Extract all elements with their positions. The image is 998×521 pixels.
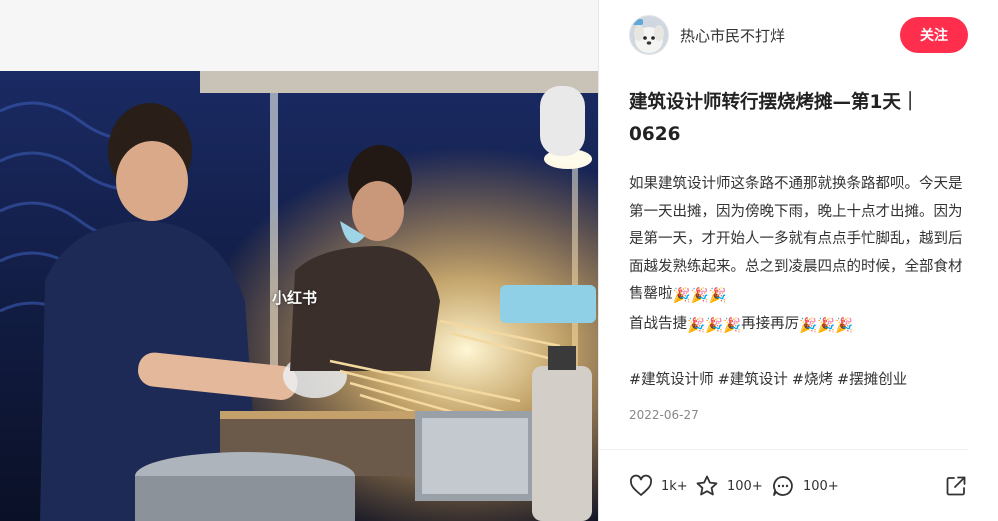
author-name[interactable]: 热心市民不打烊 [680, 25, 785, 46]
share-icon [946, 476, 966, 496]
note-detail-pane: 热心市民不打烊 关注 建筑设计师转行摆烧烤摊—第1天｜0626 如果建筑设计师这… [599, 0, 998, 521]
note-body: 如果建筑设计师这条路不通那就换条路都呗。今天是第一天出摊，因为傍晚下雨，晚上十点… [629, 171, 969, 340]
note-body-paragraph: 首战告捷🎉🎉🎉再接再厉🎉🎉🎉 [629, 311, 969, 341]
comment-count: 100+ [803, 478, 839, 494]
collect-count: 100+ [727, 478, 763, 494]
hashtag-link[interactable]: #建筑设计 [718, 372, 788, 388]
dog-avatar-icon [630, 16, 668, 54]
heart-icon [629, 474, 653, 496]
collect-button[interactable]: 100+ [695, 474, 763, 498]
action-bar: 1k+ 100+ 100+ [629, 470, 968, 504]
media-pane: 小红书 [0, 0, 598, 521]
like-button[interactable]: 1k+ [629, 474, 688, 498]
watermark-logo: 小红书 [272, 289, 318, 307]
hashtag-link[interactable]: #建筑设计师 [629, 372, 714, 388]
star-icon [696, 475, 718, 496]
hashtag-link[interactable]: #摆摊创业 [837, 372, 907, 388]
party-popper-emoji: 🎉🎉🎉 [672, 288, 727, 304]
share-button[interactable] [944, 474, 968, 502]
avatar[interactable] [629, 15, 669, 55]
like-count: 1k+ [661, 478, 688, 494]
comment-icon [773, 476, 793, 496]
action-divider [599, 449, 968, 450]
note-photo[interactable]: 小红书 [0, 71, 598, 521]
comment-button[interactable]: 100+ [771, 474, 839, 498]
post-date: 2022-06-27 [629, 408, 699, 422]
party-popper-emoji: 🎉🎉🎉 [687, 317, 742, 334]
note-title: 建筑设计师转行摆烧烤摊—第1天｜0626 [629, 92, 920, 145]
hashtag-link[interactable]: #烧烤 [792, 372, 833, 388]
party-popper-emoji: 🎉🎉🎉 [799, 317, 854, 334]
follow-button[interactable]: 关注 [900, 17, 968, 53]
hashtag-list: #建筑设计师 #建筑设计 #烧烤 #摆摊创业 [629, 367, 911, 394]
author-row: 热心市民不打烊 关注 [629, 15, 968, 55]
note-body-paragraph: 如果建筑设计师这条路不通那就换条路都呗。今天是第一天出摊，因为傍晚下雨，晚上十点… [629, 171, 969, 311]
